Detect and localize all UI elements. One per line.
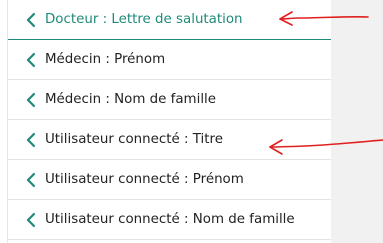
chevron-left-icon bbox=[26, 172, 36, 188]
field-item-label: Docteur : Lettre de salutation bbox=[45, 12, 243, 27]
field-item-medecin-nom-de-famille[interactable]: Médecin : Nom de famille bbox=[8, 80, 331, 120]
field-item-label: Utilisateur connecté : Prénom bbox=[45, 172, 244, 187]
chevron-left-icon bbox=[26, 92, 36, 108]
field-item-label: Médecin : Nom de famille bbox=[45, 92, 216, 107]
chevron-left-icon bbox=[26, 52, 36, 68]
field-item-medecin-prenom[interactable]: Médecin : Prénom bbox=[8, 40, 331, 80]
field-item-label: Médecin : Prénom bbox=[45, 52, 166, 67]
field-item-label: Utilisateur connecté : Titre bbox=[45, 132, 223, 147]
field-item-utilisateur-nom-de-famille[interactable]: Utilisateur connecté : Nom de famille bbox=[8, 200, 331, 240]
chevron-left-icon bbox=[26, 12, 36, 28]
field-item-docteur-lettre-salutation[interactable]: Docteur : Lettre de salutation bbox=[8, 0, 331, 40]
field-item-utilisateur-prenom[interactable]: Utilisateur connecté : Prénom bbox=[8, 160, 331, 200]
chevron-left-icon bbox=[26, 212, 36, 228]
side-panel bbox=[330, 0, 383, 243]
merge-field-list: Docteur : Lettre de salutation Médecin :… bbox=[7, 0, 331, 243]
field-item-label: Utilisateur connecté : Nom de famille bbox=[45, 212, 295, 227]
field-item-utilisateur-titre[interactable]: Utilisateur connecté : Titre bbox=[8, 120, 331, 160]
chevron-left-icon bbox=[26, 132, 36, 148]
